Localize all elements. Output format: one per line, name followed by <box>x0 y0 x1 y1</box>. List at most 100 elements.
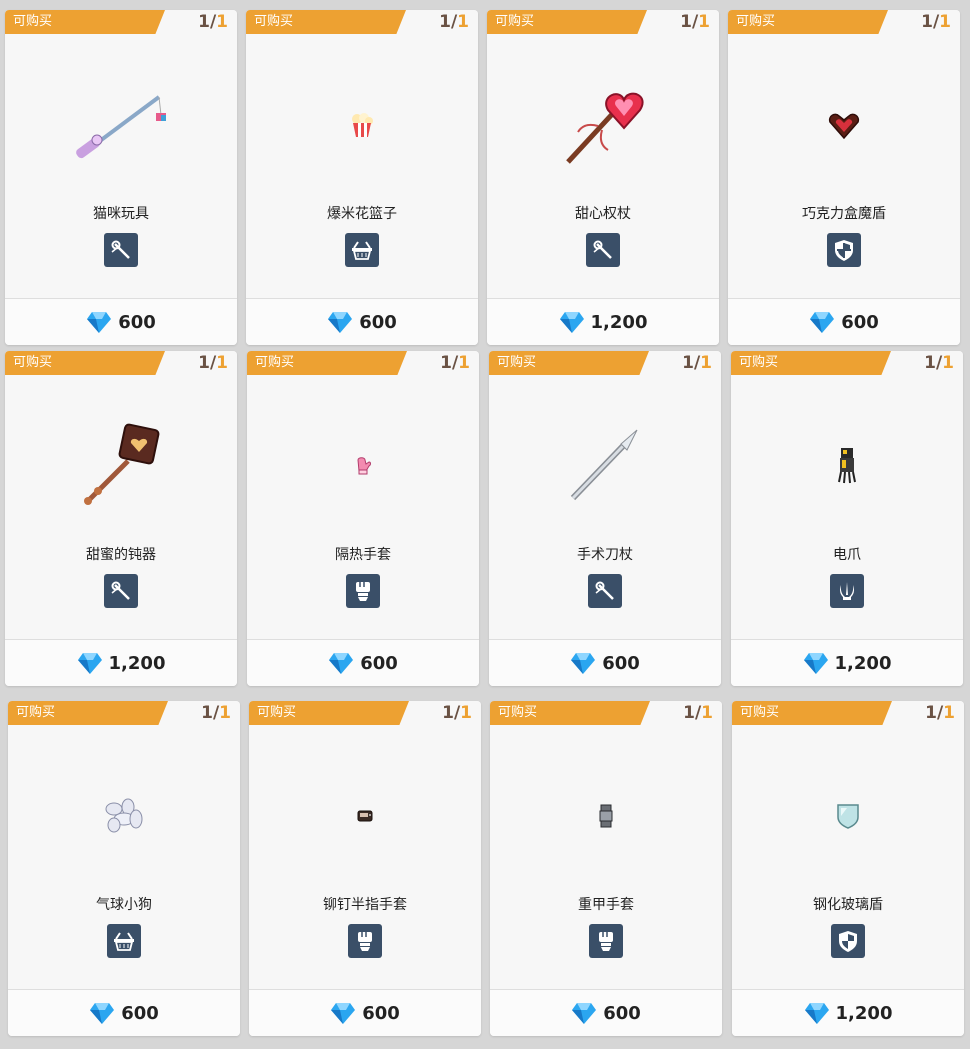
card-body: 可购买 1/1 甜蜜的钝器 <box>5 351 237 639</box>
item-art <box>490 741 722 891</box>
shop-item-card[interactable]: 可购买 1/1 甜心权杖 1,200 <box>487 10 719 345</box>
stock-counter: 1/1 <box>439 12 469 32</box>
item-art <box>732 741 964 891</box>
item-name: 铆钉半指手套 <box>323 897 407 913</box>
stock-total: 1 <box>216 353 228 373</box>
stock-counter: 1/1 <box>442 703 472 723</box>
popcorn-icon <box>352 113 373 137</box>
item-name: 电爪 <box>833 547 861 563</box>
item-art <box>247 391 479 541</box>
stock-counter: 1/1 <box>925 703 955 723</box>
shop-item-card[interactable]: 可购买 1/1 猫咪玩具 600 <box>5 10 237 345</box>
card-body: 可购买 1/1 隔热手套 <box>247 351 479 639</box>
price-row: 1,200 <box>487 299 719 345</box>
price-row: 600 <box>249 990 481 1036</box>
item-price: 600 <box>359 311 397 333</box>
diamond-icon <box>571 653 596 674</box>
shop-item-card[interactable]: 可购买 1/1 钢化玻璃盾 1,200 <box>732 701 964 1036</box>
available-tag: 可购买 <box>5 351 165 375</box>
price-row: 1,200 <box>5 640 237 686</box>
shop-item-card[interactable]: 可购买 1/1 电爪 1,200 <box>731 351 963 686</box>
stock-count: 1 <box>198 12 210 32</box>
stock-count: 1 <box>198 353 210 373</box>
staff-icon <box>104 233 138 267</box>
item-price: 600 <box>118 311 156 333</box>
stock-total: 1 <box>460 703 472 723</box>
price-row: 600 <box>5 299 237 345</box>
card-body: 可购买 1/1 巧克力盒魔盾 <box>728 10 960 298</box>
shop-item-card[interactable]: 可购买 1/1 甜蜜的钝器 1,200 <box>5 351 237 686</box>
shop-item-card[interactable]: 可购买 1/1 气球小狗 600 <box>8 701 240 1036</box>
item-art <box>8 741 240 891</box>
diamond-icon <box>90 1003 115 1024</box>
stock-total: 1 <box>219 703 231 723</box>
shop-item-card[interactable]: 可购买 1/1 手术刀杖 600 <box>489 351 721 686</box>
shop-item-card[interactable]: 可购买 1/1 爆米花篮子 600 <box>246 10 478 345</box>
diamond-icon <box>328 312 353 333</box>
shop-item-card[interactable]: 可购买 1/1 重甲手套 600 <box>490 701 722 1036</box>
stock-counter: 1/1 <box>921 12 951 32</box>
diamond-icon <box>572 1003 597 1024</box>
electric-claw-icon <box>838 448 856 484</box>
stock-counter: 1/1 <box>682 353 712 373</box>
stock-total: 1 <box>698 12 710 32</box>
stock-counter: 1/1 <box>201 703 231 723</box>
stock-total: 1 <box>942 353 954 373</box>
staff-icon <box>588 574 622 608</box>
item-name: 钢化玻璃盾 <box>813 897 883 913</box>
stock-total: 1 <box>700 353 712 373</box>
available-tag: 可购买 <box>8 701 168 725</box>
stock-count: 1 <box>682 353 694 373</box>
diamond-icon <box>803 653 828 674</box>
card-body: 可购买 1/1 气球小狗 <box>8 701 240 989</box>
item-name: 隔热手套 <box>335 547 391 563</box>
stock-count: 1 <box>440 353 452 373</box>
shop-item-card[interactable]: 可购买 1/1 巧克力盒魔盾 600 <box>728 10 960 345</box>
item-art <box>5 50 237 200</box>
available-tag: 可购买 <box>731 351 891 375</box>
price-row: 600 <box>728 299 960 345</box>
diamond-icon <box>331 1003 356 1024</box>
item-price: 600 <box>603 1002 641 1024</box>
stock-counter: 1/1 <box>683 703 713 723</box>
available-tag: 可购买 <box>732 701 892 725</box>
stock-total: 1 <box>939 12 951 32</box>
shop-item-card[interactable]: 可购买 1/1 铆钉半指手套 600 <box>249 701 481 1036</box>
sweet-mace-icon <box>84 423 160 505</box>
item-name: 手术刀杖 <box>577 547 633 563</box>
diamond-icon <box>87 312 112 333</box>
price-row: 600 <box>246 299 478 345</box>
card-body: 可购买 1/1 甜心权杖 <box>487 10 719 298</box>
glove-icon <box>348 924 382 958</box>
item-price: 600 <box>841 311 879 333</box>
shop-grid: 可购买 1/1 猫咪玩具 600 可购买 1/1 爆米花篮子 600 可购买 1… <box>0 0 970 1049</box>
stock-count: 1 <box>680 12 692 32</box>
available-tag: 可购买 <box>490 701 650 725</box>
item-name: 巧克力盒魔盾 <box>802 206 886 222</box>
stock-total: 1 <box>457 12 469 32</box>
available-tag: 可购买 <box>246 10 406 34</box>
stock-count: 1 <box>439 12 451 32</box>
glove-icon <box>346 574 380 608</box>
stock-counter: 1/1 <box>198 353 228 373</box>
item-art <box>731 391 963 541</box>
scalpel-icon <box>570 429 638 501</box>
shop-item-card[interactable]: 可购买 1/1 隔热手套 600 <box>247 351 479 686</box>
item-price: 600 <box>360 652 398 674</box>
stock-total: 1 <box>216 12 228 32</box>
basket-icon <box>345 233 379 267</box>
item-price: 1,200 <box>590 311 648 333</box>
stock-counter: 1/1 <box>198 12 228 32</box>
price-row: 600 <box>489 640 721 686</box>
glass-shield-icon <box>837 804 859 829</box>
price-row: 1,200 <box>731 640 963 686</box>
item-price: 600 <box>121 1002 159 1024</box>
glove-icon <box>589 924 623 958</box>
fishing-rod-icon <box>76 95 166 159</box>
item-name: 甜心权杖 <box>575 206 631 222</box>
card-body: 可购买 1/1 爆米花篮子 <box>246 10 478 298</box>
basket-icon <box>107 924 141 958</box>
stock-count: 1 <box>925 703 937 723</box>
diamond-icon <box>810 312 835 333</box>
card-body: 可购买 1/1 手术刀杖 <box>489 351 721 639</box>
